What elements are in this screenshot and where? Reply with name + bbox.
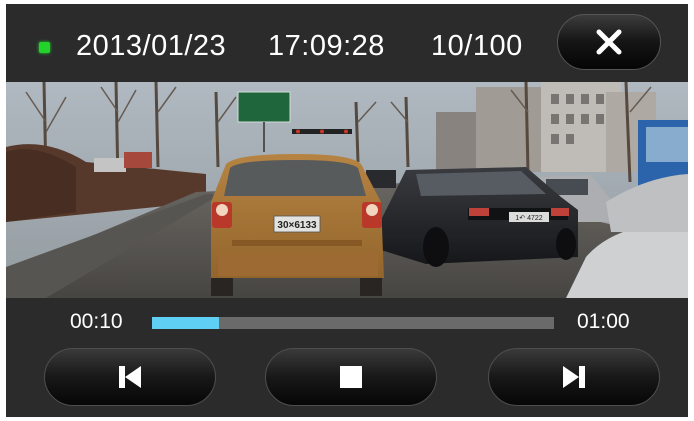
next-button[interactable]: [488, 348, 660, 406]
recording-time: 17:09:28: [268, 30, 385, 62]
recording-date: 2013/01/23: [76, 30, 227, 62]
video-scene: 1↶ 4722 30×6133: [6, 82, 688, 298]
skip-previous-icon: [119, 366, 141, 388]
close-button[interactable]: [557, 14, 661, 70]
previous-button[interactable]: [44, 348, 216, 406]
video-frame: 1↶ 4722 30×6133: [6, 82, 688, 298]
file-counter: 10/100: [431, 30, 523, 62]
status-indicator: [39, 42, 50, 53]
progress-bar-fill: [152, 317, 220, 329]
player-header: 2013/01/23 17:09:28 10/100: [6, 4, 688, 82]
stop-icon: [340, 366, 362, 388]
close-icon: [596, 29, 622, 55]
total-time: 01:00: [577, 310, 630, 333]
skip-next-icon: [563, 366, 585, 388]
dashcam-player: 2013/01/23 17:09:28 10/100 1↶ 4722 30×61…: [6, 4, 688, 417]
elapsed-time: 00:10: [70, 310, 123, 333]
progress-bar[interactable]: [152, 317, 554, 329]
stop-button[interactable]: [265, 348, 437, 406]
